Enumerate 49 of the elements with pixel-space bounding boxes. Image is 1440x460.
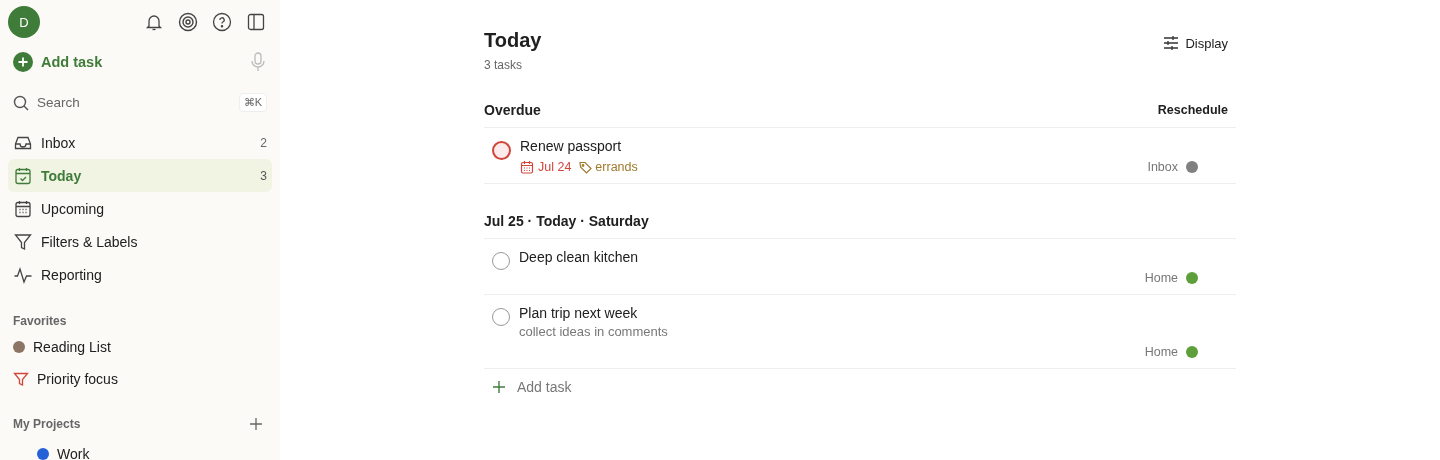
filter-icon [13,231,33,252]
task-count: 3 tasks [484,58,523,72]
shortcut-badge: ⌘K [238,93,267,112]
page-title: Today [484,29,542,52]
favorite-item[interactable]: Priority focus [8,363,272,395]
plus-icon[interactable] [249,417,263,431]
tag-icon [579,160,593,174]
nav-item[interactable]: Today 3 [8,159,272,192]
favorite-item[interactable]: Reading List [8,331,272,363]
sliders-icon [1163,35,1180,51]
task-count: 3 [260,168,267,183]
task-count: 2 [260,135,267,150]
add-task-label: Add task [41,54,103,70]
section-title: Overdue [484,102,541,118]
add-task-button[interactable]: Add task [484,369,580,405]
plus-circle-icon [13,52,33,72]
task-label: errands [595,160,638,174]
project-name: Home [1144,271,1178,285]
section-title: Jul 25 · Today · Saturday [484,213,649,229]
display-button[interactable]: Display [1155,31,1236,55]
target-icon[interactable] [178,12,198,32]
project-item[interactable]: Work [8,438,272,460]
task-checkbox[interactable] [492,141,511,160]
user-avatar[interactable]: D [8,6,40,38]
calendar-check-icon [13,165,33,186]
nav-item[interactable]: Reporting [8,258,272,291]
sidebar-toggle-icon[interactable] [246,12,266,32]
task-title[interactable]: Renew passport [520,138,1198,154]
section-heading: Favorites [12,313,68,330]
reschedule-button[interactable]: Reschedule [1149,99,1236,121]
due-date: Jul 24 [538,160,572,174]
nav-item[interactable]: Upcoming [8,192,272,225]
search-label: Search [37,95,81,110]
bell-icon[interactable] [144,12,164,32]
nav-item[interactable]: Inbox 2 [8,126,272,159]
plus-icon [492,380,506,394]
task-title[interactable]: Deep clean kitchen [519,249,1198,265]
task-description: collect ideas in comments [519,324,669,339]
task-title[interactable]: Plan trip next week [519,305,1198,321]
calendar-icon [520,160,534,174]
project-name: Home [1144,345,1178,359]
calendar-icon [13,198,33,219]
add-task-button[interactable]: Add task [13,52,103,72]
help-icon[interactable] [212,12,232,32]
project-name: Inbox [1147,160,1178,174]
search-button[interactable]: Search ⌘K [8,86,272,119]
section-heading: My Projects [13,417,81,431]
nav-item[interactable]: Filters & Labels [8,225,272,258]
search-icon [13,94,29,111]
